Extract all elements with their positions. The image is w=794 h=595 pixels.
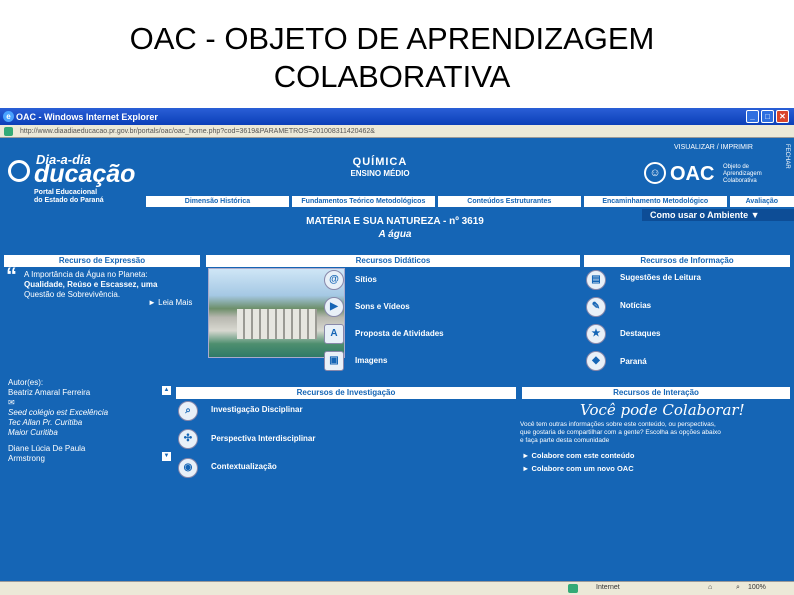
atividades-icon[interactable]: A [324,324,344,344]
oac-logo-text: OAC [670,163,715,185]
nav-dimensao-historica[interactable]: Dimensão Histórica [146,196,289,207]
colaborar-headline: Você pode Colaborar! [580,401,745,419]
page-content: Dia-a-dia ducação Portal Educacional do … [0,138,794,581]
status-bar: Internet ⌂ ⌕ 100% [0,581,794,595]
nav-conteudos[interactable]: Conteúdos Estruturantes [437,196,581,207]
print-link[interactable]: VISUALIZAR / IMPRIMIR [674,144,753,151]
zoom-icon: ⌕ [736,584,740,591]
oac-sub-2: Aprendizagem [723,171,762,177]
portal-caption: Portal Educacional do Estado do Paraná [34,189,104,205]
informacao-header: Recursos de Informação [584,255,790,267]
sitios-link[interactable]: Sítios [355,275,377,284]
interacao-header: Recursos de Interação [522,387,790,399]
address-text: http://www.diaadiaeducacao.pr.gov.br/por… [20,128,375,135]
autor-name-1: Beatriz Amaral Ferreira [8,388,91,397]
quote-line-3: Questão de Sobrevivência. [24,290,121,299]
top-navigation: Dimensão Histórica Fundamentos Teórico M… [146,196,794,207]
minimize-button[interactable]: _ [746,110,759,123]
close-button[interactable]: ✕ [776,110,789,123]
oac-person-icon: ☺ [644,162,666,184]
parana-link[interactable]: Paraná [620,357,647,366]
image-icon[interactable]: ▣ [324,351,344,371]
nav-encaminhamento[interactable]: Encaminhamento Metodológico [583,196,727,207]
level-title: ENSINO MÉDIO [350,169,410,178]
book-icon[interactable]: ▤ [586,270,606,290]
autor-line-2: Seed colégio est Excelência [8,408,109,417]
window-titlebar: e OAC - Windows Internet Explorer _ □ ✕ [0,108,794,125]
oac-subtitle: Objeto de Aprendizagem Colaborativa [723,164,762,185]
noticias-link[interactable]: Notícias [620,301,651,310]
portal-line-2: do Estado do Paraná [34,197,104,204]
interacao-text: Você tem outras informações sobre este c… [520,421,721,445]
autor-line-4: Maior Curitiba [8,428,58,437]
investigacao-disciplinar-link[interactable]: Investigação Disciplinar [211,405,303,414]
autor-name-2: Diane Lúcia De Paula [8,444,86,453]
slide-title: OAC - OBJETO DE APRENDIZAGEM COLABORATIV… [0,20,784,96]
world-icon[interactable]: ◉ [178,458,198,478]
autores-label: Autor(es): [8,378,44,387]
nav-fundamentos[interactable]: Fundamentos Teórico Metodológicos [291,196,435,207]
educacao-e-logo-icon [8,160,30,182]
zoom-level[interactable]: 100% [748,584,766,591]
logo-educacao: ducação [34,160,136,188]
email-icon[interactable]: ✉ [8,398,108,408]
colabore-conteudo-label: Colabore com este conteúdo [531,451,635,460]
browser-window: e OAC - Windows Internet Explorer _ □ ✕ … [0,108,794,595]
colabore-conteudo-link[interactable]: ► Colabore com este conteúdo [522,451,634,460]
autores-block: Autor(es): Beatriz Amaral Ferreira ✉ See… [8,378,108,464]
colabore-novo-label: Colabore com um novo OAC [531,464,634,473]
zone-label: Internet [596,584,620,591]
oac-sub-3: Colaborativa [723,178,757,184]
leia-mais-link[interactable]: ► Leia Mais [148,298,192,307]
materia-title: MATÉRIA E SUA NATUREZA - nº 3619 [306,216,484,227]
title-line-2: COLABORATIVA [273,59,511,94]
como-usar-menu[interactable]: Como usar o Ambiente ▼ [642,209,794,221]
ie-icon: e [3,111,14,122]
magnifier-icon[interactable]: ⌕ [178,401,198,421]
quote-icon: “ [6,263,17,288]
news-icon[interactable]: ✎ [586,297,606,317]
maximize-button[interactable]: □ [761,110,774,123]
destaques-link[interactable]: Destaques [620,329,660,338]
quote-line-2: Qualidade, Reúso e Escassez, uma [24,280,158,289]
molecule-icon[interactable]: ✣ [178,429,198,449]
page-favicon-icon [4,127,13,136]
destaques-icon[interactable]: ★ [586,324,606,344]
quote-line-1: A Importância da Água no Planeta: [24,270,148,279]
interacao-line-1: Você tem outras informações sobre este c… [520,421,716,428]
scroll-up-button[interactable]: ▲ [162,386,171,395]
expressao-quote[interactable]: A Importância da Água no Planeta: Qualid… [24,270,157,300]
globe-icon[interactable]: @ [324,270,344,290]
contextualizacao-link[interactable]: Contextualização [211,462,277,471]
parana-map-icon[interactable]: ◆ [586,351,606,371]
sugestoes-link[interactable]: Sugestões de Leitura [620,273,701,282]
autor-line-3: Tec Allan Pr. Curitiba [8,418,83,427]
title-line-1: OAC - OBJETO DE APRENDIZAGEM [129,21,655,56]
dam-structure [237,309,317,339]
subject-title: QUÍMICA [352,156,408,168]
perspectiva-link[interactable]: Perspectiva Interdisciplinar [211,434,316,443]
video-icon[interactable]: ▶ [324,297,344,317]
atividades-link[interactable]: Proposta de Atividades [355,329,444,338]
internet-zone-icon [568,584,578,593]
oac-sub-1: Objeto de [723,164,750,170]
colabore-novo-link[interactable]: ► Colabore com um novo OAC [522,464,634,473]
autor-name-3: Armstrong [8,454,45,463]
expressao-header: Recurso de Expressão [4,255,200,267]
imagens-link[interactable]: Imagens [355,356,387,365]
close-page-link[interactable]: FECHAR [784,144,790,169]
didaticos-header: Recursos Didáticos [206,255,580,267]
interacao-line-2: que gostaria de compartilhar com a gente… [520,429,721,436]
address-bar[interactable]: http://www.diaadiaeducacao.pr.gov.br/por… [0,125,794,138]
tema-title: A água [378,229,412,240]
nav-avaliacao[interactable]: Avaliação [729,196,794,207]
window-title: OAC - Windows Internet Explorer [16,111,158,122]
investigacao-header: Recursos de Investigação [176,387,516,399]
scroll-down-button[interactable]: ▼ [162,452,171,461]
interacao-line-3: e faça parte desta comunidade [520,437,610,444]
protected-mode-icon: ⌂ [708,584,713,591]
portal-line-1: Portal Educacional [34,189,98,196]
sons-videos-link[interactable]: Sons e Vídeos [355,302,410,311]
